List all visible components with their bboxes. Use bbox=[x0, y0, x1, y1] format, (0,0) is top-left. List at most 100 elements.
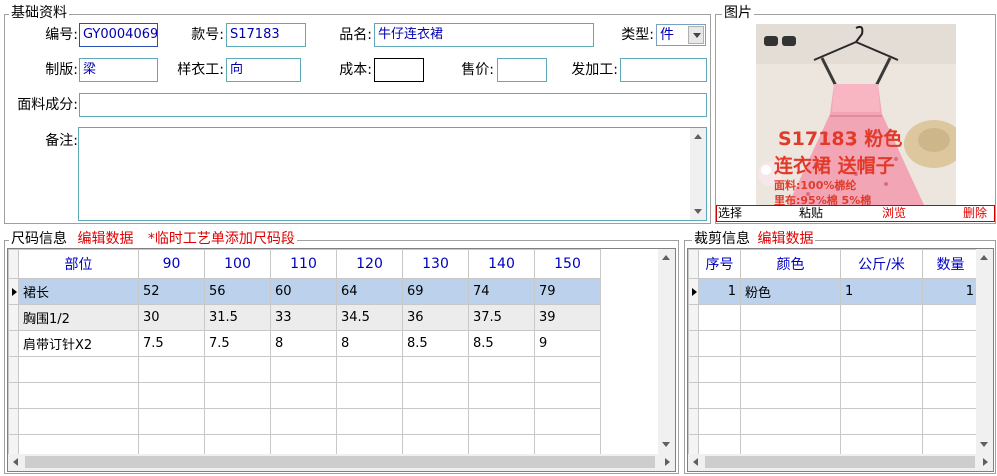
size-edit-link[interactable]: 编辑数据 bbox=[77, 231, 133, 247]
table-row[interactable]: 1 粉色 1 1 bbox=[688, 278, 979, 305]
size-col-110[interactable]: 110 bbox=[270, 249, 337, 279]
cutting-col-qty[interactable]: 数量 bbox=[922, 249, 979, 279]
table-cell[interactable]: 31.5 bbox=[204, 304, 271, 331]
image-select-button[interactable]: 选择 bbox=[718, 206, 742, 220]
photo-caption-line3: 面料:100%棉纶 bbox=[774, 179, 857, 192]
scroll-left-icon[interactable] bbox=[13, 458, 18, 466]
cutting-table: 序号 颜色 公斤/米 数量 1 粉色 1 1 bbox=[688, 249, 979, 461]
size-col-130[interactable]: 130 bbox=[402, 249, 469, 279]
table-row[interactable]: 裙长 52 56 60 64 69 74 79 bbox=[8, 278, 601, 305]
table-cell[interactable]: 64 bbox=[336, 278, 403, 305]
cutting-col-unit[interactable]: 公斤/米 bbox=[840, 249, 923, 279]
note-textarea[interactable] bbox=[78, 127, 707, 221]
scroll-down-icon[interactable] bbox=[980, 442, 988, 447]
cutting-grid-hscroll-thumb[interactable] bbox=[705, 456, 975, 468]
cutting-col-color[interactable]: 颜色 bbox=[740, 249, 841, 279]
table-cell[interactable]: 1 bbox=[840, 278, 923, 305]
table-row-empty[interactable] bbox=[688, 304, 979, 331]
image-title: 图片 bbox=[722, 5, 754, 21]
table-cell[interactable]: 74 bbox=[468, 278, 535, 305]
table-cell[interactable]: 8 bbox=[336, 330, 403, 357]
table-cell[interactable]: 9 bbox=[534, 330, 601, 357]
scroll-up-icon[interactable] bbox=[980, 255, 988, 260]
add-size-link[interactable]: *临时工艺单添加尺码段 bbox=[148, 231, 295, 247]
chevron-down-icon[interactable] bbox=[688, 26, 704, 44]
pattern-field[interactable]: 梁 bbox=[79, 58, 158, 82]
scroll-left-icon[interactable] bbox=[693, 458, 698, 466]
size-col-120[interactable]: 120 bbox=[336, 249, 403, 279]
table-cell[interactable]: 8 bbox=[270, 330, 337, 357]
style-no-field[interactable]: S17183 bbox=[226, 23, 306, 47]
table-row-empty[interactable] bbox=[8, 356, 601, 383]
size-col-90[interactable]: 90 bbox=[138, 249, 205, 279]
size-grid-hscroll-thumb[interactable] bbox=[25, 456, 655, 468]
table-cell[interactable]: 52 bbox=[138, 278, 205, 305]
photo-caption-line1: S17183 粉色 bbox=[778, 128, 903, 150]
table-row-empty[interactable] bbox=[688, 382, 979, 409]
scroll-up-icon[interactable] bbox=[662, 255, 670, 260]
table-cell[interactable]: 粉色 bbox=[740, 278, 841, 305]
size-col-140[interactable]: 140 bbox=[468, 249, 535, 279]
cutting-grid-hscroll[interactable] bbox=[688, 454, 993, 471]
image-browse-button[interactable]: 浏览 bbox=[882, 206, 906, 220]
table-cell[interactable]: 1 bbox=[922, 278, 979, 305]
table-cell[interactable]: 裙长 bbox=[18, 278, 139, 305]
product-name-label: 品名: bbox=[339, 27, 372, 43]
table-row-empty[interactable] bbox=[688, 356, 979, 383]
size-grid-hscroll[interactable] bbox=[8, 454, 675, 471]
size-grid-vscroll[interactable] bbox=[658, 249, 675, 454]
sample-worker-field[interactable]: 向 bbox=[226, 58, 301, 82]
fabric-field[interactable] bbox=[79, 93, 707, 117]
size-col-100[interactable]: 100 bbox=[204, 249, 271, 279]
table-cell[interactable]: 56 bbox=[204, 278, 271, 305]
table-row-empty[interactable] bbox=[688, 330, 979, 357]
product-photo: S17183 粉色 连衣裙 送帽子 面料:100%棉纶 里布:95%棉 5%棉 bbox=[756, 24, 956, 205]
table-cell[interactable]: 34.5 bbox=[336, 304, 403, 331]
cutting-edit-link[interactable]: 编辑数据 bbox=[757, 231, 813, 247]
table-cell[interactable]: 37.5 bbox=[468, 304, 535, 331]
table-cell[interactable]: 8.5 bbox=[402, 330, 469, 357]
note-scrollbar[interactable] bbox=[690, 128, 706, 220]
table-row-empty[interactable] bbox=[8, 382, 601, 409]
table-cell[interactable]: 7.5 bbox=[138, 330, 205, 357]
table-row-empty[interactable] bbox=[688, 408, 979, 435]
table-cell[interactable]: 33 bbox=[270, 304, 337, 331]
size-header-indicator bbox=[8, 249, 19, 279]
price-field[interactable] bbox=[497, 58, 547, 82]
table-cell[interactable]: 7.5 bbox=[204, 330, 271, 357]
cutting-col-seq[interactable]: 序号 bbox=[698, 249, 741, 279]
cutting-grid-vscroll[interactable] bbox=[976, 249, 993, 454]
table-cell[interactable]: 36 bbox=[402, 304, 469, 331]
scroll-down-icon[interactable] bbox=[662, 442, 670, 447]
scroll-up-icon[interactable] bbox=[694, 134, 702, 139]
table-cell[interactable]: 69 bbox=[402, 278, 469, 305]
row-indicator bbox=[8, 278, 19, 305]
scroll-right-icon[interactable] bbox=[983, 458, 988, 466]
table-cell[interactable]: 79 bbox=[534, 278, 601, 305]
type-select[interactable]: 件 bbox=[656, 24, 706, 46]
note-label: 备注: bbox=[45, 133, 78, 149]
table-row[interactable]: 胸围1/2 30 31.5 33 34.5 36 37.5 39 bbox=[8, 304, 601, 331]
table-cell[interactable]: 39 bbox=[534, 304, 601, 331]
processor-field[interactable] bbox=[620, 58, 707, 82]
table-cell[interactable]: 30 bbox=[138, 304, 205, 331]
table-row-empty[interactable] bbox=[8, 408, 601, 435]
image-delete-button[interactable]: 删除 bbox=[963, 206, 987, 220]
cost-field[interactable] bbox=[374, 58, 424, 82]
scroll-right-icon[interactable] bbox=[665, 458, 670, 466]
table-cell[interactable]: 肩带订针X2 bbox=[18, 330, 139, 357]
table-cell[interactable]: 1 bbox=[698, 278, 741, 305]
table-cell[interactable]: 8.5 bbox=[468, 330, 535, 357]
table-cell[interactable]: 60 bbox=[270, 278, 337, 305]
code-field[interactable]: GY0004069 bbox=[79, 23, 158, 47]
product-name-field[interactable]: 牛仔连衣裙 bbox=[374, 23, 594, 47]
size-grid: 部位 90 100 110 120 130 140 150 裙长 52 56 6… bbox=[7, 248, 676, 472]
scroll-down-icon[interactable] bbox=[694, 209, 702, 214]
size-col-part[interactable]: 部位 bbox=[18, 249, 139, 279]
photo-caption-line4: 里布:95%棉 5%棉 bbox=[774, 194, 872, 205]
table-row[interactable]: 肩带订针X2 7.5 7.5 8 8 8.5 8.5 9 bbox=[8, 330, 601, 357]
size-info-title: 尺码信息 bbox=[11, 231, 67, 247]
size-col-150[interactable]: 150 bbox=[534, 249, 601, 279]
table-cell[interactable]: 胸围1/2 bbox=[18, 304, 139, 331]
image-paste-button[interactable]: 粘贴 bbox=[799, 206, 823, 220]
